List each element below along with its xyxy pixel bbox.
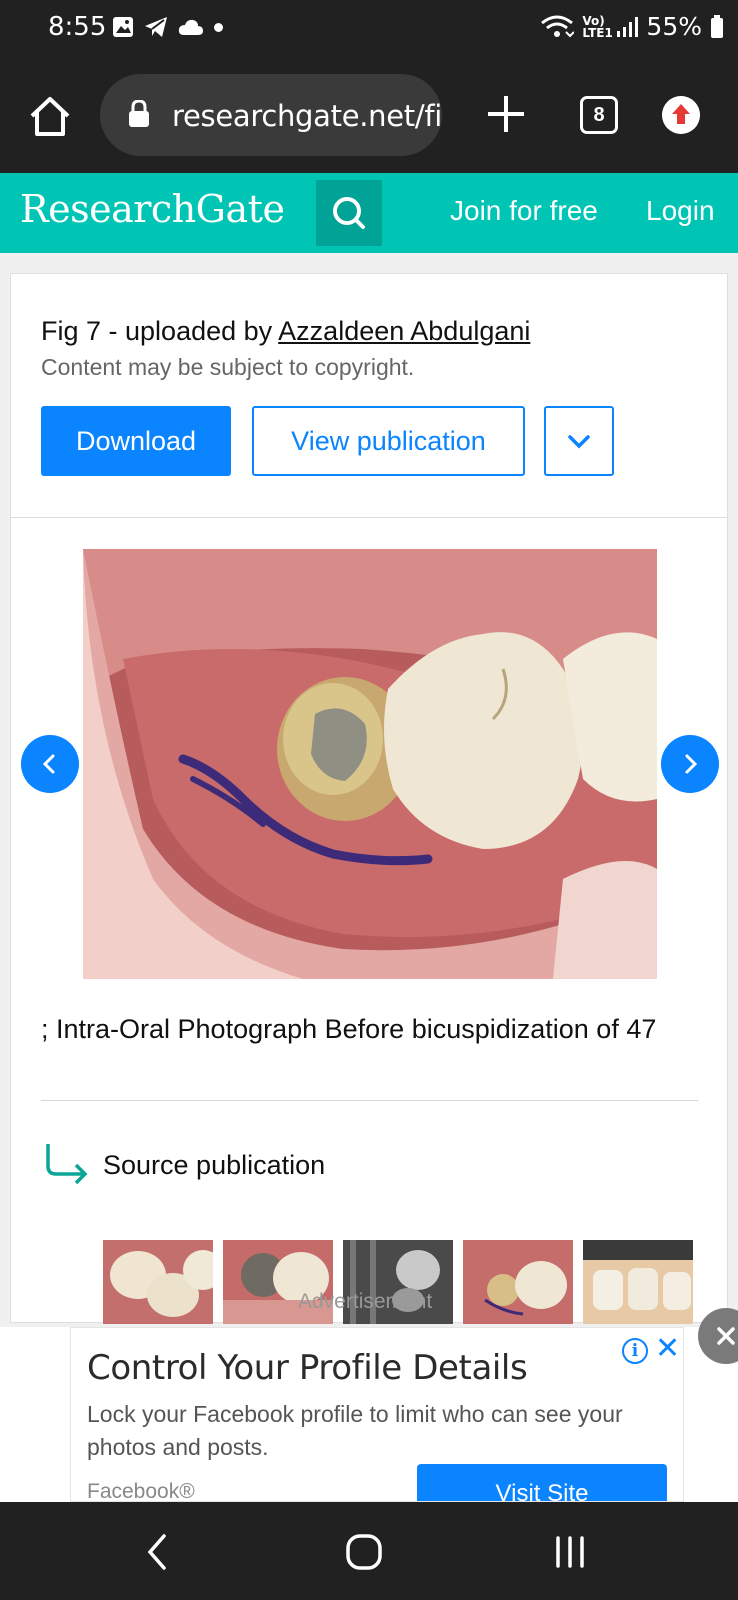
figure-card: Fig 7 - uploaded by Azzaldeen Abdulgani … — [10, 273, 728, 1324]
advertisement[interactable]: Control Your Profile Details Lock your F… — [70, 1327, 684, 1502]
lock-icon — [129, 100, 149, 127]
figure-title: Fig 7 - uploaded by Azzaldeen Abdulgani — [41, 316, 530, 347]
status-time: 8:55 — [48, 12, 107, 42]
copyright-notice: Content may be subject to copyright. — [41, 354, 415, 380]
more-options-button[interactable] — [544, 406, 614, 476]
intra-oral-photo — [83, 549, 657, 979]
signal-icon — [617, 16, 639, 37]
thumbnail-image[interactable] — [583, 1240, 693, 1324]
wifi-icon — [541, 15, 575, 37]
battery-icon — [711, 14, 723, 38]
figure-title-prefix: Fig 7 - uploaded by — [41, 316, 279, 346]
figure-caption: ; Intra-Oral Photograph Before bicuspidi… — [41, 1014, 657, 1044]
site-header: ResearchGate Join for free Login — [0, 173, 738, 253]
close-ad-button[interactable] — [698, 1308, 738, 1364]
ad-close-icon[interactable]: ✕ — [655, 1334, 681, 1364]
next-figure-button[interactable] — [661, 735, 719, 793]
login-link[interactable]: Login — [646, 195, 715, 227]
view-publication-button[interactable]: View publication — [252, 406, 525, 476]
arrow-return-icon — [46, 1144, 88, 1184]
recent-apps-icon[interactable] — [552, 1532, 588, 1572]
url-text: researchgate.net/fig — [172, 99, 442, 133]
thumbnail-image[interactable] — [463, 1240, 573, 1324]
source-publication-heading: Source publication — [103, 1150, 326, 1180]
chevron-down-icon — [568, 435, 590, 449]
battery-percent: 55% — [646, 12, 702, 41]
ad-body: Lock your Facebook profile to limit who … — [87, 1401, 623, 1460]
browser-toolbar: researchgate.net/fig 8 — [0, 58, 738, 173]
chevron-right-icon — [685, 754, 698, 774]
previous-figure-button[interactable] — [21, 735, 79, 793]
image-icon — [113, 17, 133, 37]
ad-info-icon[interactable]: i — [622, 1338, 648, 1364]
status-bar: 8:55 Vo) LTE1 55% — [0, 0, 738, 58]
divider — [11, 517, 727, 518]
search-button[interactable] — [316, 180, 382, 246]
new-tab-icon[interactable] — [482, 90, 530, 138]
thumbnail-image[interactable] — [103, 1240, 213, 1324]
telegram-icon — [145, 17, 167, 37]
cloud-icon — [178, 19, 203, 35]
join-link[interactable]: Join for free — [450, 195, 598, 227]
ad-brand: Facebook® — [87, 1480, 195, 1502]
network-label: Vo) LTE1 — [582, 13, 613, 40]
search-icon — [333, 197, 365, 229]
system-icons: Vo) LTE1 55% — [540, 12, 724, 41]
update-icon[interactable] — [662, 96, 700, 134]
back-icon[interactable] — [140, 1532, 176, 1572]
home-icon[interactable] — [28, 94, 72, 138]
tab-switcher-button[interactable]: 8 — [580, 96, 618, 134]
figure-image[interactable] — [83, 549, 657, 979]
advertisement-label: Advertisement — [298, 1290, 433, 1313]
author-link[interactable]: Azzaldeen Abdulgani — [278, 316, 530, 346]
address-bar[interactable]: researchgate.net/fig — [100, 74, 442, 156]
close-icon — [717, 1327, 735, 1345]
home-circle-icon[interactable] — [344, 1532, 384, 1572]
visit-site-button[interactable]: Visit Site — [417, 1464, 667, 1501]
researchgate-logo[interactable]: ResearchGate — [20, 187, 285, 231]
download-button[interactable]: Download — [41, 406, 231, 476]
ad-title[interactable]: Control Your Profile Details — [87, 1348, 528, 1388]
notification-icons — [112, 16, 223, 38]
divider — [41, 1100, 698, 1101]
system-navigation-bar — [0, 1502, 738, 1600]
dot-icon — [214, 22, 223, 32]
chevron-left-icon — [42, 754, 55, 774]
